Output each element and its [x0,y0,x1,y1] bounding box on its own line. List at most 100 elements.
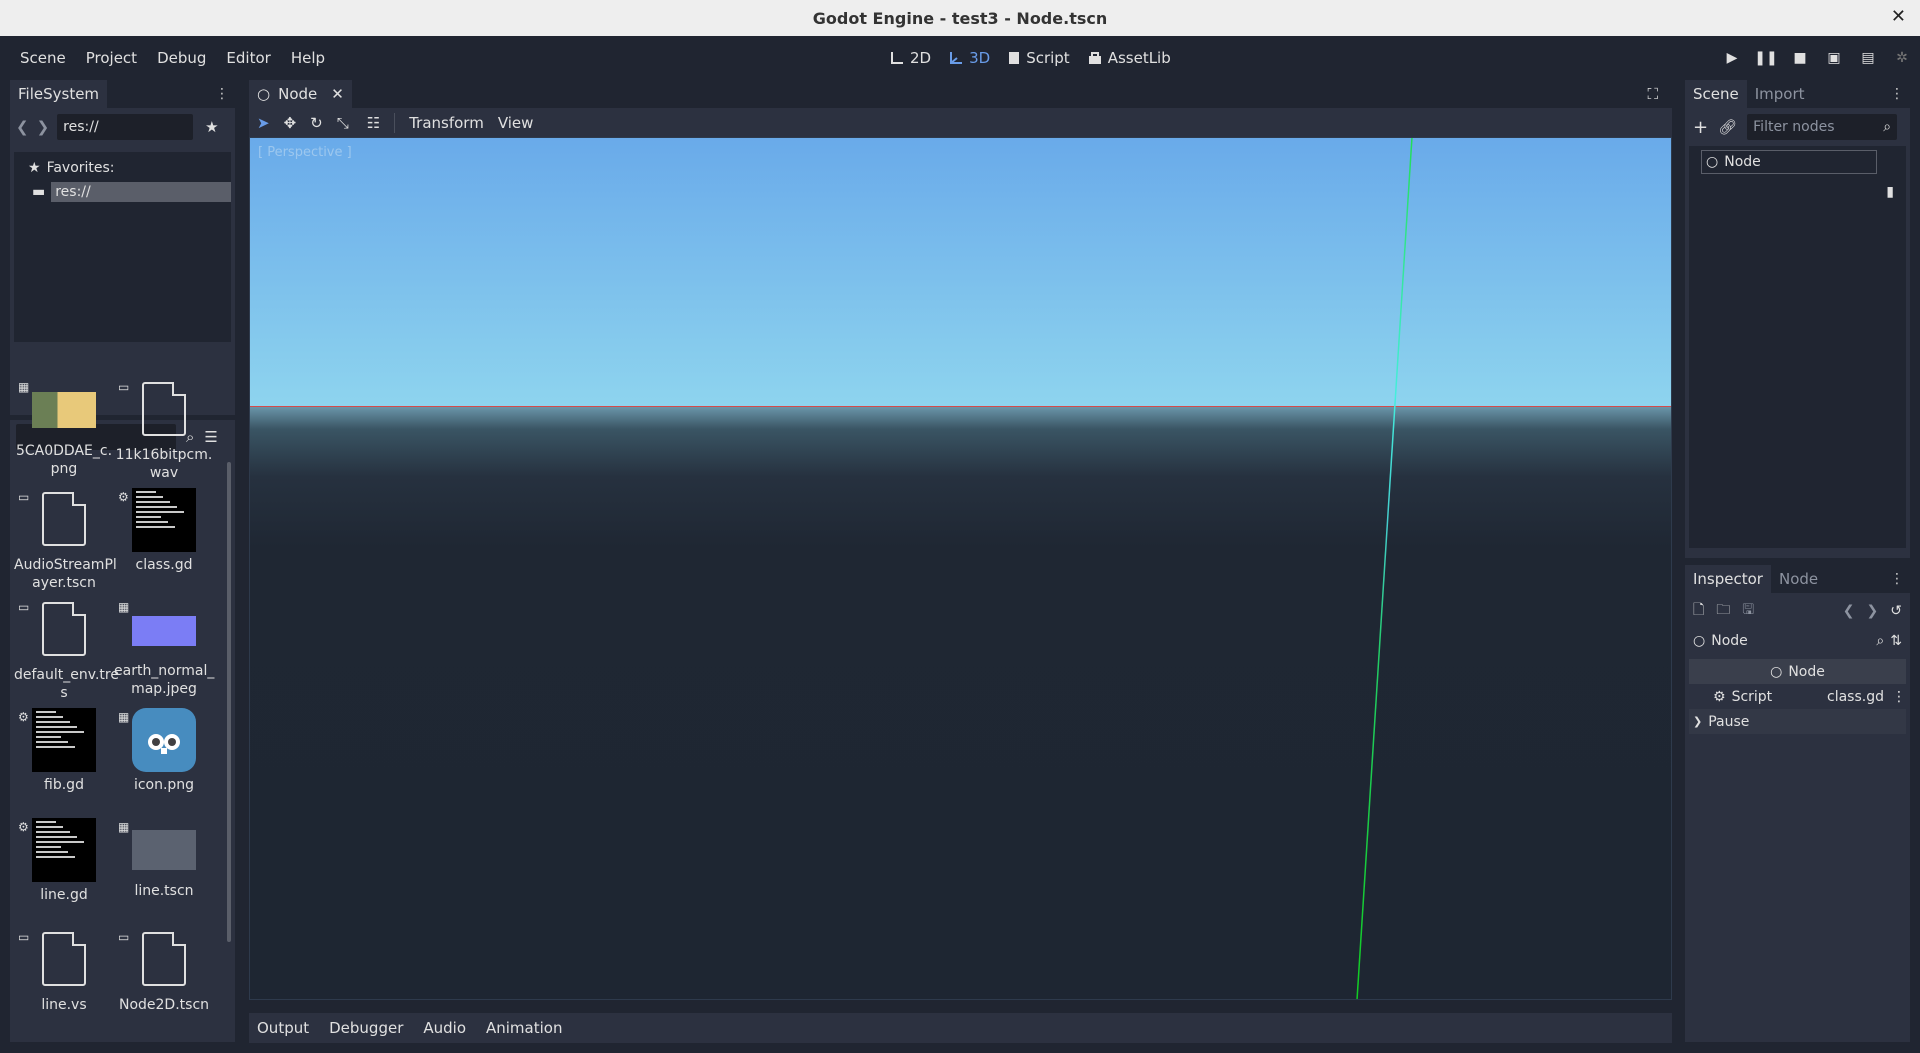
file-item[interactable]: ⚙ class.gd [114,488,214,574]
menu-editor[interactable]: Editor [216,49,280,67]
root-node-label: Node [1724,154,1761,170]
script-property-row[interactable]: ⚙ Script class.gd ⋮ [1689,684,1906,709]
editor-tabbar: ○ Node ✕ ⛶ [249,80,1672,108]
workspace-assetlib-button[interactable]: AssetLib [1088,49,1171,67]
spinner-icon: ✲ [1896,50,1908,66]
file-type-icon: ▦ [18,380,30,394]
file-item[interactable]: ▭ default_env.tre s [14,598,119,702]
editor-toolbar: ➤ ✥ ↻ ⤡ ☷ Transform View [249,108,1672,137]
file-type-icon: ▦ [118,710,130,724]
file-item[interactable]: ▭ AudioStreamPl ayer.tscn [14,488,117,592]
pause-icon[interactable]: ❚❚ [1754,48,1777,68]
filter-nodes-placeholder: Filter nodes [1753,119,1835,135]
select-tool-icon[interactable]: ➤ [257,114,270,132]
file-item[interactable]: ▭ 11k16bitpcm. wav [114,378,214,482]
file-thumbnail [132,708,196,772]
file-name-label: earth_normal_ map.jpeg [114,663,215,697]
view-menu[interactable]: View [498,114,534,132]
new-resource-icon[interactable]: 🗋︎ [1693,599,1704,623]
tab-audio[interactable]: Audio [423,1019,466,1037]
back-arrow-icon[interactable]: ❮ [16,118,29,136]
link-icon[interactable]: 🔗︎ [1718,118,1737,136]
script-property-value[interactable]: class.gd [1827,689,1884,705]
tab-node-signals[interactable]: Node [1771,565,1826,593]
script-property-menu-icon[interactable]: ⋮ [1892,689,1906,705]
play-custom-scene-icon[interactable]: ▤ [1858,48,1878,68]
rotate-tool-icon[interactable]: ↻ [310,114,323,132]
workspace-2d-button[interactable]: 2D [890,49,931,67]
file-type-icon: ▭ [118,380,130,394]
menu-scene[interactable]: Scene [10,49,76,67]
filesystem-tabbar: FileSystem ⋮ [10,80,235,108]
file-item[interactable]: ⚙ fib.gd [14,708,114,794]
tab-output[interactable]: Output [257,1019,309,1037]
scale-tool-icon[interactable]: ⤡ [337,114,349,132]
tree-item-res[interactable]: ▬ res:// [14,180,231,204]
menu-debug[interactable]: Debug [147,49,216,67]
menu-project[interactable]: Project [76,49,147,67]
forward-arrow-icon[interactable]: ❯ [37,118,50,136]
file-thumbnail [42,932,86,986]
inspector-menu-icon[interactable]: ⋮ [1890,571,1904,587]
history-forward-icon[interactable]: ❯ [1867,603,1879,619]
file-item[interactable]: ▦ earth_normal_ map.jpeg [114,598,214,698]
file-name-label: line.gd [40,887,88,903]
file-item[interactable]: ▦ 5CA0DDAE_c. png [14,378,114,478]
fullscreen-icon[interactable]: ⛶ [1647,85,1658,103]
menu-bar: Scene Project Debug Editor Help 2D 3D Sc… [0,36,1920,80]
file-thumbnail [42,602,86,656]
workspace-script-label: Script [1026,49,1070,67]
section-pause-label: Pause [1708,713,1750,730]
tab-animation[interactable]: Animation [486,1019,562,1037]
scene-tree: ○ Node ▮ [1689,146,1906,548]
object-history-icon[interactable]: ↺ [1890,603,1902,619]
inspector-section-node[interactable]: ○ Node [1689,659,1906,684]
file-item[interactable]: ▭ line.vs [14,928,114,1014]
close-tab-icon[interactable]: ✕ [331,85,344,103]
tab-import[interactable]: Import [1747,80,1813,108]
history-back-icon[interactable]: ❮ [1843,603,1855,619]
workspace-3d-button[interactable]: 3D [949,49,990,67]
filesystem-scrollbar[interactable] [227,462,231,942]
file-type-icon: ▭ [18,930,30,944]
file-item[interactable]: ⚙ line.gd [14,818,114,904]
menu-help[interactable]: Help [281,49,335,67]
path-field[interactable]: res:// [57,114,194,140]
property-search-icon[interactable]: ⌕ [1876,633,1884,649]
close-window-icon[interactable]: ✕ [1891,6,1906,27]
play-icon[interactable]: ▶ [1722,48,1742,68]
tab-scene[interactable]: Scene [1685,80,1747,108]
add-node-icon[interactable]: + [1693,117,1708,138]
object-settings-icon[interactable]: ⇅ [1890,633,1902,649]
3d-viewport[interactable]: [ Perspective ] [249,137,1672,1000]
open-resource-icon[interactable]: 🗀︎ [1716,599,1730,623]
chevron-right-icon: ❯ [1693,715,1703,728]
file-item[interactable]: ▭ Node2D.tscn [114,928,214,1014]
move-tool-icon[interactable]: ✥ [284,114,297,132]
scene-tree-root-node[interactable]: ○ Node [1701,150,1877,174]
filesystem-menu-icon[interactable]: ⋮ [215,86,229,102]
workspace-assetlib-label: AssetLib [1107,49,1171,67]
tab-filesystem[interactable]: FileSystem [10,80,108,108]
scene-dock-body: + 🔗︎ Filter nodes ⌕ ○ Node ▮ [1685,108,1910,558]
tab-inspector[interactable]: Inspector [1685,565,1771,593]
file-name-label: icon.png [133,777,195,793]
file-thumbnail [142,932,186,986]
file-item[interactable]: ▦ line.tscn [114,818,214,900]
favorite-star-icon[interactable]: ★ [205,118,218,136]
transform-menu[interactable]: Transform [409,114,484,132]
stop-icon[interactable]: ■ [1790,48,1810,68]
scene-dock-menu-icon[interactable]: ⋮ [1890,86,1904,102]
scene-tab-node[interactable]: ○ Node ✕ [249,80,352,108]
file-name-label: default_env.tre s [14,667,119,701]
node-circle-icon: ○ [1706,154,1719,170]
list-select-icon[interactable]: ☷ [367,114,380,132]
filter-nodes-input[interactable]: Filter nodes ⌕ [1747,114,1898,140]
file-item[interactable]: ▦ icon.png [114,708,214,794]
inspector-section-pause[interactable]: ❯ Pause [1689,709,1906,734]
workspace-script-button[interactable]: Script [1008,49,1070,67]
attached-script-icon[interactable]: ▮ [1886,184,1894,200]
save-resource-icon[interactable]: 🖫︎ [1742,599,1754,623]
play-scene-icon[interactable]: ▣ [1824,48,1844,68]
tab-debugger[interactable]: Debugger [329,1019,403,1037]
